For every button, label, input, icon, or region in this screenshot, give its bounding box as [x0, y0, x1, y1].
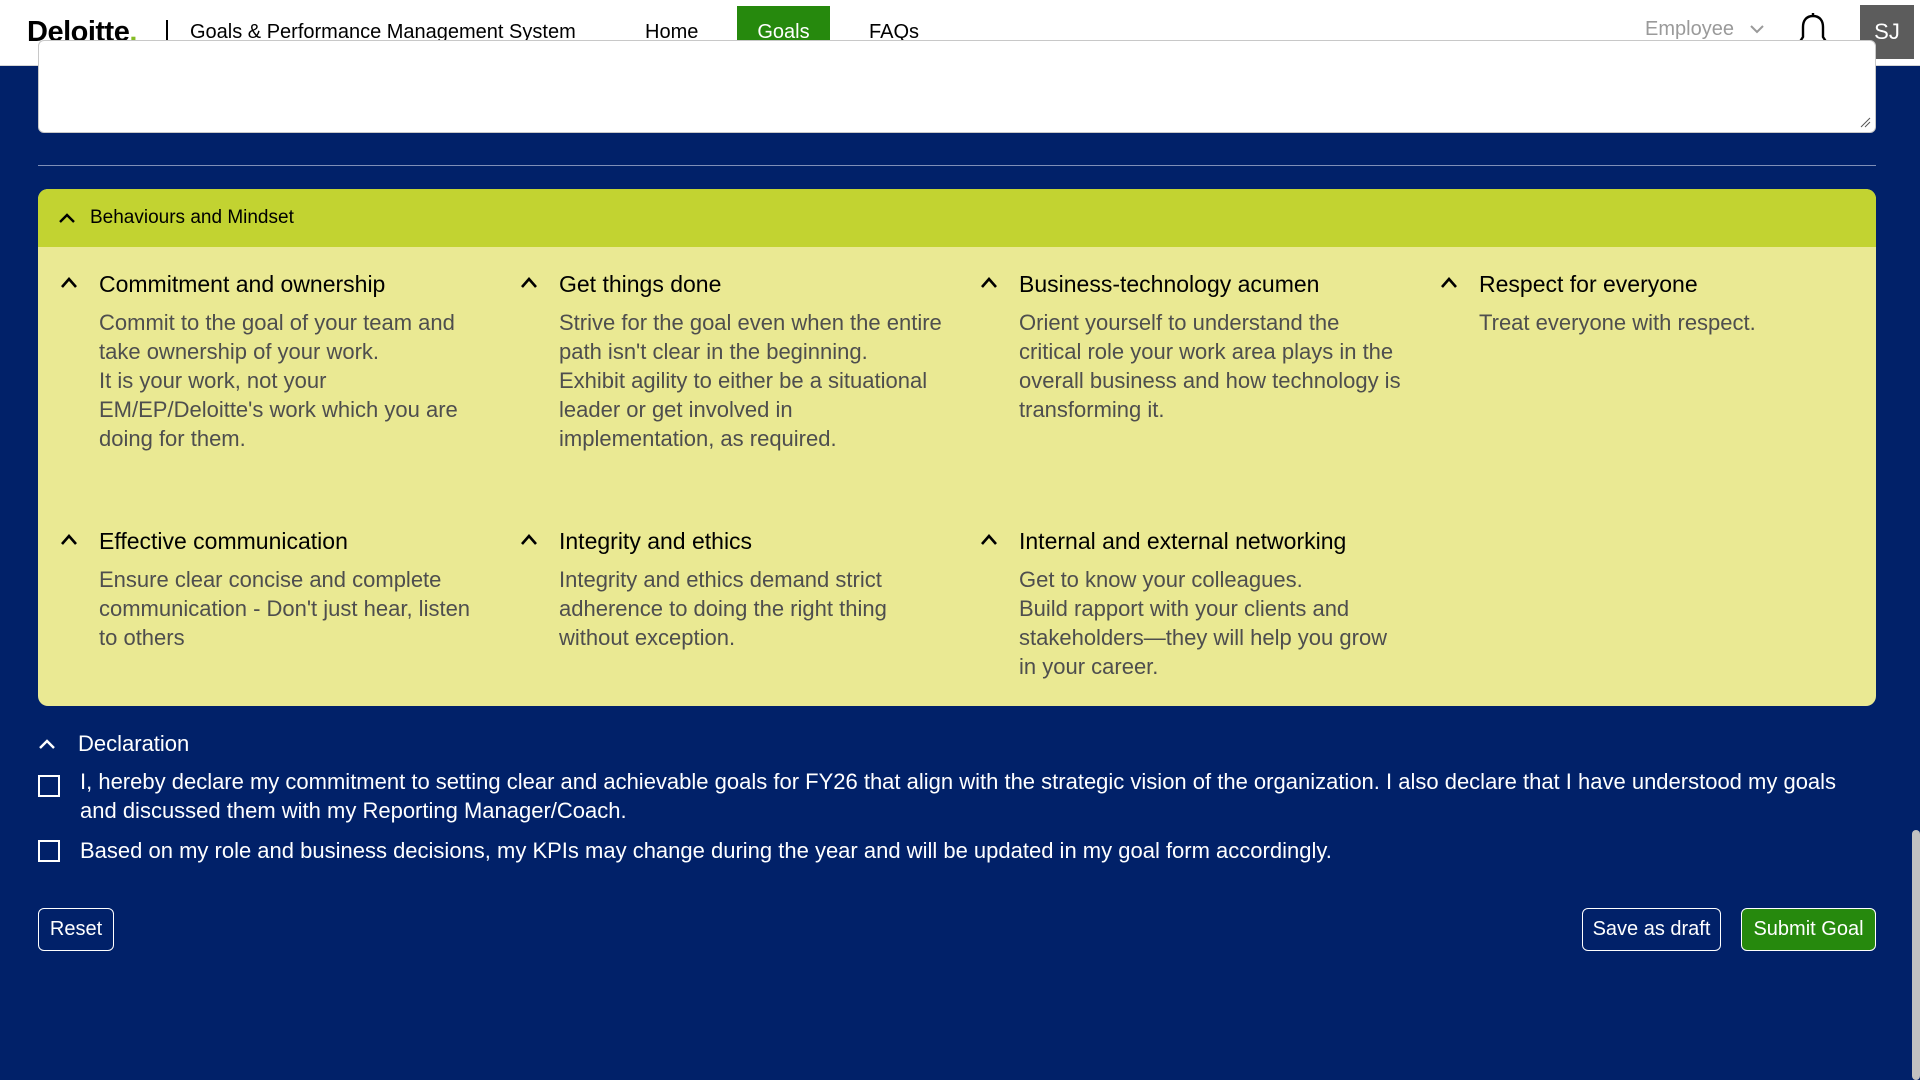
- declaration-text: Based on my role and business decisions,…: [80, 838, 1332, 863]
- reset-button[interactable]: Reset: [38, 908, 114, 951]
- scrollbar-thumb[interactable]: [1912, 830, 1920, 1080]
- chevron-up-icon[interactable]: [979, 532, 999, 546]
- declaration-checkbox[interactable]: [38, 775, 60, 797]
- behaviour-description: Commit to the goal of your team and take…: [99, 310, 458, 451]
- header-divider: [166, 20, 168, 42]
- role-dropdown[interactable]: Employee: [1645, 18, 1764, 41]
- behaviour-title: Internal and external networking: [1019, 528, 1347, 554]
- section-divider: [38, 165, 1876, 166]
- behaviour-title: Commitment and ownership: [99, 271, 386, 297]
- behaviour-title: Effective communication: [99, 528, 348, 554]
- chevron-up-icon[interactable]: [519, 275, 539, 289]
- behaviours-title: Behaviours and Mindset: [90, 207, 294, 228]
- behaviour-title: Respect for everyone: [1479, 271, 1698, 297]
- chevron-up-icon[interactable]: [59, 532, 79, 546]
- comments-textarea[interactable]: [38, 40, 1876, 133]
- chevron-up-icon: [59, 213, 75, 223]
- behaviour-title: Integrity and ethics: [559, 528, 753, 554]
- declaration-item: I, hereby declare my commitment to setti…: [38, 767, 1838, 825]
- behaviour-title: Business-technology acumen: [1019, 271, 1320, 297]
- submit-goal-button[interactable]: Submit Goal: [1741, 908, 1876, 951]
- chevron-up-icon[interactable]: [519, 532, 539, 546]
- declaration-text: I, hereby declare my commitment to setti…: [80, 769, 1837, 823]
- behaviour-card-communication: Effective communication Ensure clear con…: [38, 528, 470, 688]
- chevron-down-icon: [1750, 25, 1764, 34]
- behaviour-description: Treat everyone with respect.: [1479, 310, 1756, 335]
- behaviour-description: Orient yourself to understand the critic…: [1019, 310, 1401, 422]
- behaviour-description: Get to know your colleagues. Build rappo…: [1019, 567, 1388, 679]
- behaviours-accordion-header[interactable]: Behaviours and Mindset: [38, 189, 1876, 247]
- chevron-up-icon[interactable]: [59, 275, 79, 289]
- save-draft-button[interactable]: Save as draft: [1582, 908, 1721, 951]
- declaration-title: Declaration: [78, 731, 190, 756]
- behaviour-card-integrity: Integrity and ethics Integrity and ethic…: [498, 528, 918, 688]
- resize-grip-icon[interactable]: [1859, 116, 1871, 128]
- behaviour-description: Ensure clear concise and complete commun…: [99, 567, 471, 650]
- behaviour-description: Strive for the goal even when the entire…: [559, 310, 942, 451]
- declaration-checkbox[interactable]: [38, 840, 60, 862]
- declaration-header[interactable]: Declaration: [38, 731, 189, 757]
- behaviour-title: Get things done: [559, 271, 722, 297]
- behaviour-card-get-things-done: Get things done Strive for the goal even…: [498, 271, 942, 501]
- chevron-up-icon: [39, 739, 55, 749]
- role-dropdown-value: Employee: [1645, 18, 1734, 40]
- behaviour-card-business-technology: Business-technology acumen Orient yourse…: [958, 271, 1401, 501]
- behaviours-accordion: Behaviours and Mindset Commitment and ow…: [38, 189, 1876, 706]
- chevron-up-icon[interactable]: [979, 275, 999, 289]
- behaviour-description: Integrity and ethics demand strict adher…: [559, 567, 887, 650]
- chevron-up-icon[interactable]: [1439, 275, 1459, 289]
- declaration-item: Based on my role and business decisions,…: [38, 836, 1332, 865]
- behaviour-card-respect: Respect for everyone Treat everyone with…: [1418, 271, 1838, 501]
- behaviour-card-networking: Internal and external networking Get to …: [958, 528, 1387, 688]
- behaviour-card-commitment: Commitment and ownership Commit to the g…: [38, 271, 458, 501]
